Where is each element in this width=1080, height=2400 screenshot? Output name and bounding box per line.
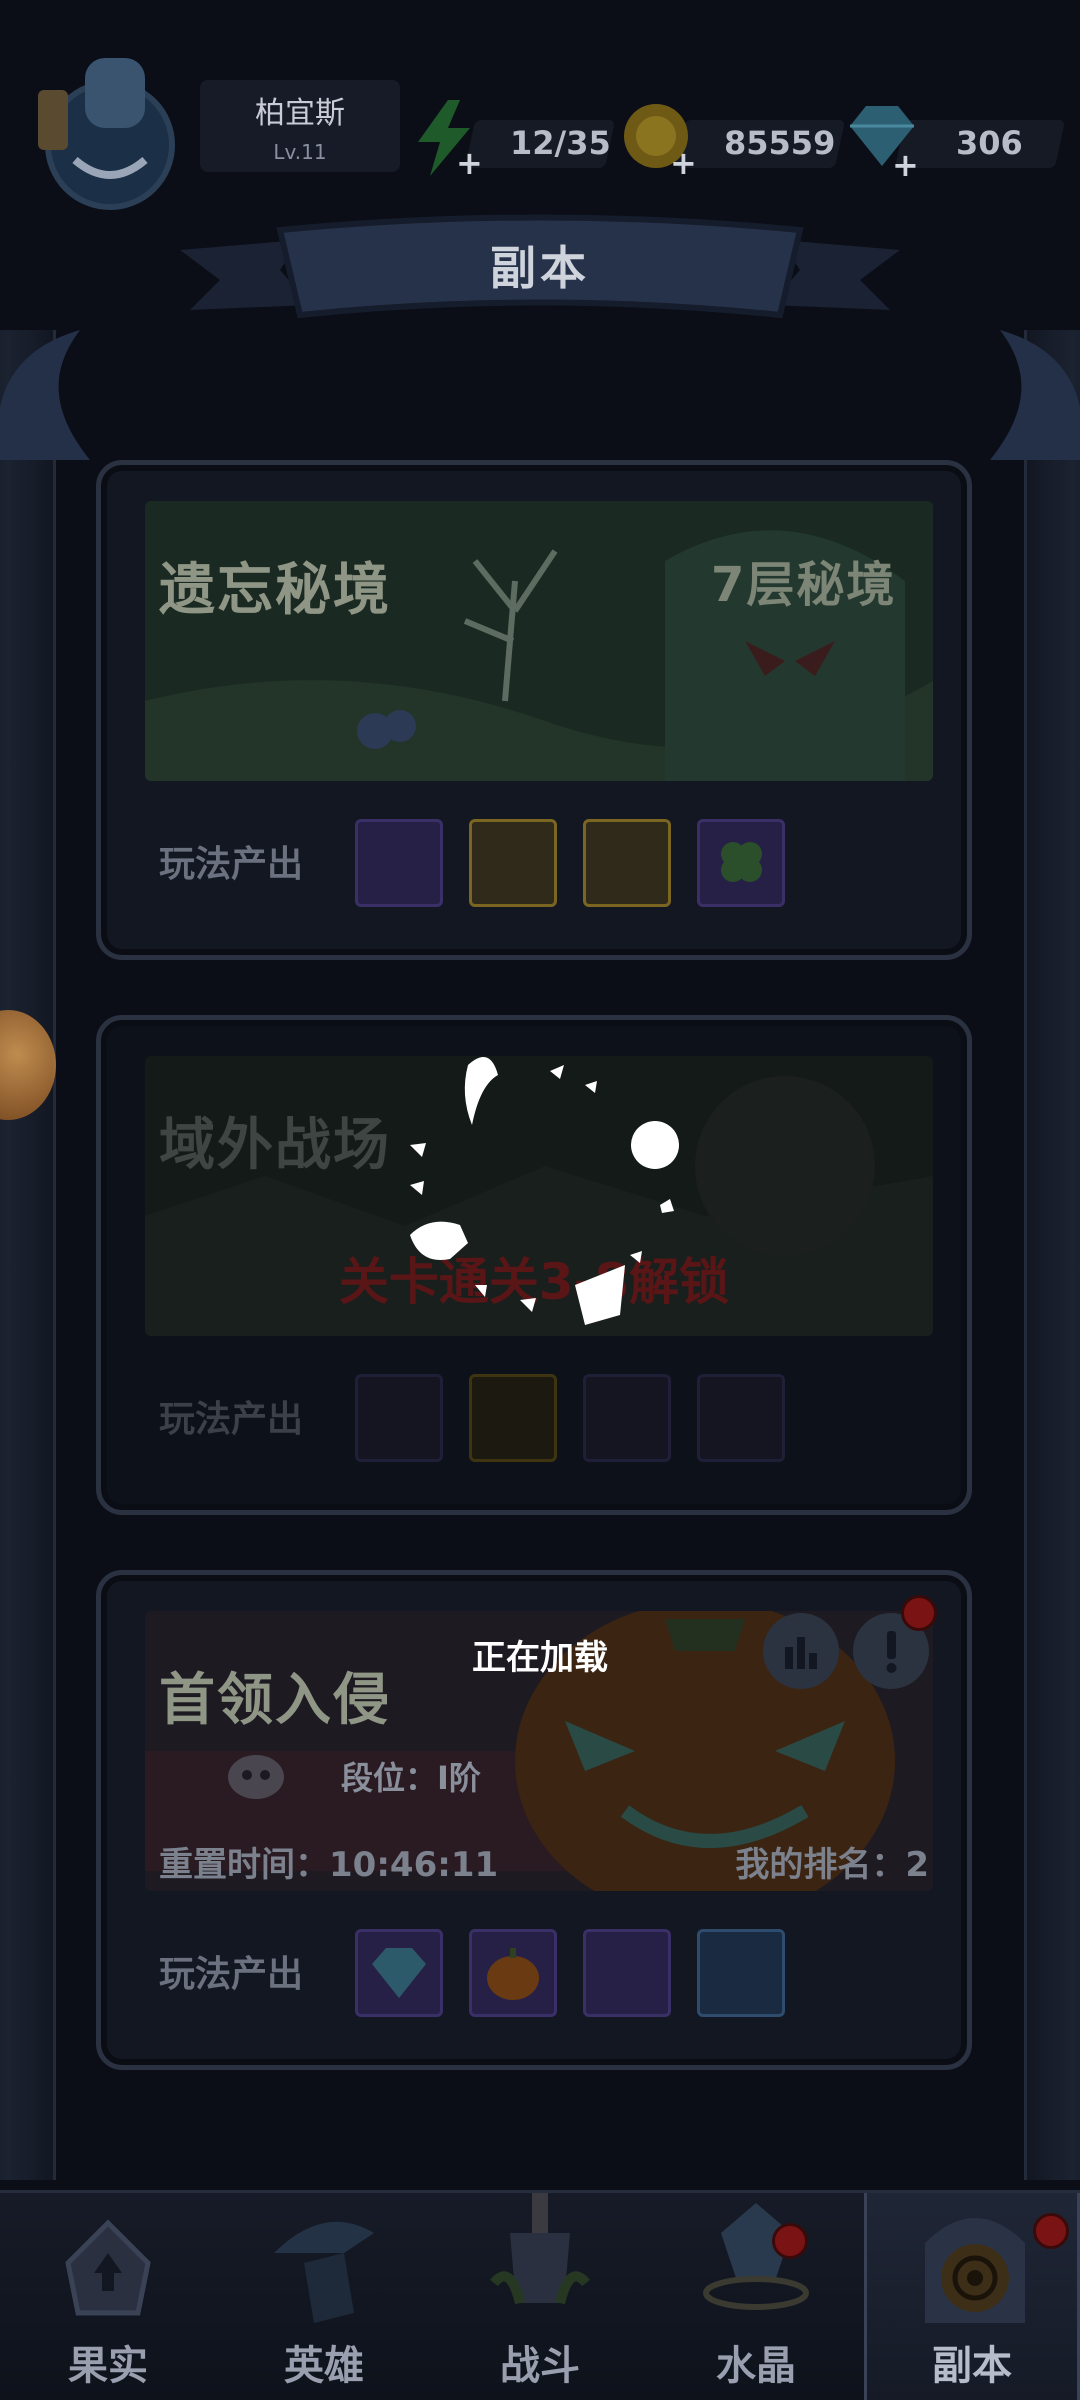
- nav-item-crystal[interactable]: 水晶: [648, 2193, 864, 2400]
- svg-text:+: +: [892, 146, 919, 178]
- rank-label: 段位：: [341, 1759, 438, 1797]
- right-pillar: [1024, 330, 1080, 2180]
- rune-scroll-icon[interactable]: [583, 819, 671, 907]
- svg-text:+: +: [456, 144, 480, 178]
- rank-row: 段位：I阶: [341, 1753, 481, 1799]
- notification-dot: [901, 1595, 937, 1631]
- reset-time-value: 10:46:11: [329, 1845, 499, 1885]
- mystery-chest-icon[interactable]: [697, 1929, 785, 2017]
- clover-icon-glyph: [721, 842, 762, 882]
- nav-item-battle[interactable]: 战斗: [432, 2193, 648, 2400]
- nav-label-fruit: 果实: [68, 2343, 148, 2389]
- diamond-icon[interactable]: [355, 1374, 443, 1462]
- pumpkin-reward-glyph: [487, 1948, 539, 2000]
- forgotten-realm-floors: 7层秘境: [711, 557, 897, 613]
- dungeon-icon: [925, 2218, 1025, 2323]
- nav-label-dungeon: 副本: [932, 2343, 1012, 2389]
- reset-time-row: 重置时间：10:46:11: [159, 1837, 498, 1886]
- reset-time-label: 重置时间：: [159, 1845, 329, 1885]
- mystery-chest-icon[interactable]: [355, 819, 443, 907]
- hero-icon: [274, 2221, 374, 2323]
- energy-value: 12/35: [510, 124, 611, 162]
- left-pillar: [0, 330, 56, 2180]
- leaf-icon[interactable]: [469, 1374, 557, 1462]
- diamond-value: 306: [956, 124, 1023, 162]
- pumpkin-icon[interactable]: [469, 1929, 557, 2017]
- mystery-chest-icon[interactable]: [583, 1374, 671, 1462]
- gold-value: 85559: [724, 124, 836, 162]
- rank-value: I阶: [437, 1759, 481, 1797]
- notification-dot: [1033, 2213, 1069, 2249]
- notification-dot: [772, 2223, 808, 2259]
- nav-label-battle: 战斗: [500, 2343, 580, 2389]
- output-label: 玩法产出: [159, 1954, 304, 1995]
- forgotten-realm-title: 遗忘秘境: [159, 558, 391, 623]
- mystery-chest-icon[interactable]: [697, 1374, 785, 1462]
- output-label: 玩法产出: [159, 844, 304, 885]
- nav-item-fruit[interactable]: 果实: [0, 2193, 216, 2400]
- dungeon-card-forgotten-realm[interactable]: 遗忘秘境 7层秘境 玩法产出: [96, 460, 972, 960]
- avatar[interactable]: [30, 50, 180, 220]
- output-label: 玩法产出: [159, 1399, 304, 1440]
- player-name-plate: 柏宜斯 Lv.11: [200, 80, 400, 172]
- outland-battlefield-title: 域外战场: [159, 1113, 391, 1178]
- loading-text: 正在加载: [472, 1638, 608, 1678]
- nav-item-dungeon[interactable]: 副本: [864, 2193, 1080, 2400]
- rank-badge-icon: [228, 1755, 284, 1799]
- right-horn-decoration: [990, 330, 1080, 460]
- top-bar: 柏宜斯 Lv.11 + 12/35 + 85559 + 306: [0, 40, 1080, 210]
- my-rank-row: 我的排名：2: [735, 1837, 929, 1886]
- lightning-icon: +: [418, 100, 480, 178]
- coin-icon: +: [624, 104, 697, 178]
- page-title: 副本: [490, 241, 590, 295]
- nav-label-crystal: 水晶: [716, 2343, 796, 2389]
- diamond-resource[interactable]: + 306: [840, 80, 1066, 178]
- diamond-icon[interactable]: [355, 1929, 443, 2017]
- clover-icon[interactable]: [697, 819, 785, 907]
- nav-item-hero[interactable]: 英雄: [216, 2193, 432, 2400]
- bottom-navigation: 果实 英雄 战斗 水晶 副本: [0, 2190, 1080, 2400]
- forgotten-realm-banner: [145, 501, 933, 781]
- left-horn-decoration: [0, 330, 90, 460]
- fruit-icon: [65, 2219, 151, 2316]
- mystery-chest-icon[interactable]: [469, 819, 557, 907]
- loading-spinner: [410, 1057, 679, 1325]
- energy-resource[interactable]: + 12/35: [410, 80, 616, 178]
- diamond-icon: +: [850, 106, 919, 178]
- my-rank-value: 2: [905, 1845, 929, 1885]
- crystal-icon: [703, 2203, 809, 2310]
- mystery-chest-icon[interactable]: [583, 1929, 671, 2017]
- battle-icon: [490, 2193, 590, 2305]
- nav-label-hero: 英雄: [284, 2343, 364, 2389]
- svg-text:+: +: [670, 144, 697, 178]
- my-rank-label: 我的排名：: [735, 1845, 906, 1885]
- diamond-reward-glyph: [372, 1948, 426, 1998]
- player-level: Lv.11: [273, 140, 327, 164]
- player-name: 柏宜斯: [255, 96, 345, 131]
- gold-resource[interactable]: + 85559: [620, 80, 846, 178]
